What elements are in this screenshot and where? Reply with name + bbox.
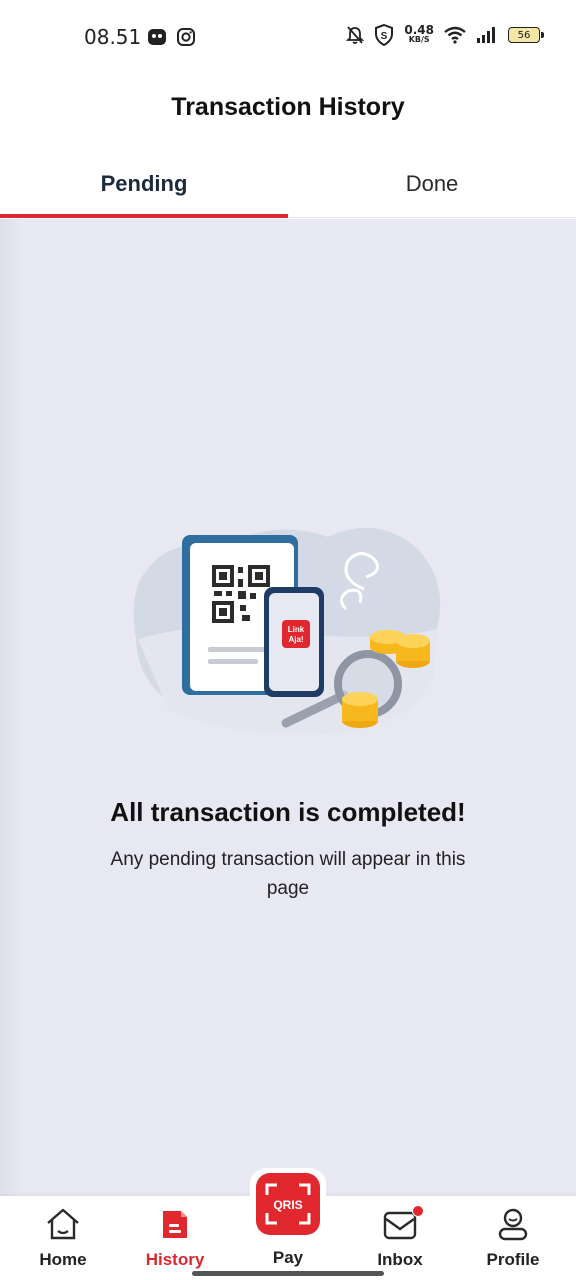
pay-button[interactable]: QRIS: [250, 1168, 326, 1240]
net-speed-value: 0.48: [404, 23, 434, 37]
edge-shade: [0, 219, 22, 1196]
profile-icon: [493, 1204, 533, 1244]
nav-inbox[interactable]: Inbox: [350, 1196, 450, 1280]
nav-profile-label: Profile: [486, 1250, 540, 1269]
svg-text:S: S: [381, 31, 388, 42]
bottom-nav: Home History QRIS Pay Inbox Profile: [0, 1168, 576, 1280]
instagram-icon: [177, 28, 195, 46]
home-indicator[interactable]: [192, 1271, 384, 1276]
nav-inbox-label: Inbox: [377, 1250, 423, 1269]
content-area[interactable]: Link Aja! All transaction is completed! …: [0, 219, 576, 1196]
svg-text:QRIS: QRIS: [273, 1198, 302, 1212]
battery-icon: 56: [508, 27, 544, 43]
empty-state-illustration: Link Aja!: [133, 527, 441, 735]
status-bar: 08.51 S 0.48 KB/S 56: [0, 0, 576, 72]
net-speed-unit: KB/S: [408, 35, 430, 44]
svg-text:Link: Link: [288, 625, 305, 634]
empty-state-title: All transaction is completed!: [110, 797, 466, 827]
shield-icon: S: [375, 24, 394, 46]
net-speed: 0.48 KB/S: [404, 23, 434, 45]
qris-scan-icon: QRIS: [256, 1173, 320, 1235]
nav-profile[interactable]: Profile: [463, 1196, 563, 1280]
signal-icon: [477, 27, 495, 43]
page-title: Transaction History: [171, 92, 405, 121]
bell-muted-icon: [346, 26, 365, 44]
tab-done[interactable]: Done: [288, 150, 576, 217]
nav-home[interactable]: Home: [13, 1196, 113, 1280]
inbox-badge: [412, 1205, 424, 1217]
status-time: 08.51: [84, 25, 142, 49]
history-icon: [155, 1204, 195, 1244]
app-header: Transaction History: [0, 72, 576, 142]
nav-pay-label: Pay: [272, 1248, 304, 1267]
nav-history[interactable]: History: [125, 1196, 225, 1280]
status-right: S 0.48 KB/S 56: [346, 23, 544, 46]
app-notification-icon: [148, 29, 166, 45]
inbox-icon: [380, 1204, 424, 1244]
tab-bar: Pending Done: [0, 150, 576, 218]
nav-history-label: History: [145, 1250, 205, 1269]
nav-home-label: Home: [39, 1250, 87, 1269]
tab-pending[interactable]: Pending: [0, 150, 288, 218]
svg-text:Aja!: Aja!: [288, 635, 303, 644]
empty-state-description: Any pending transaction will appear in t…: [110, 849, 466, 899]
home-icon: [43, 1204, 83, 1244]
wifi-icon: [444, 26, 466, 44]
battery-level: 56: [517, 29, 531, 41]
